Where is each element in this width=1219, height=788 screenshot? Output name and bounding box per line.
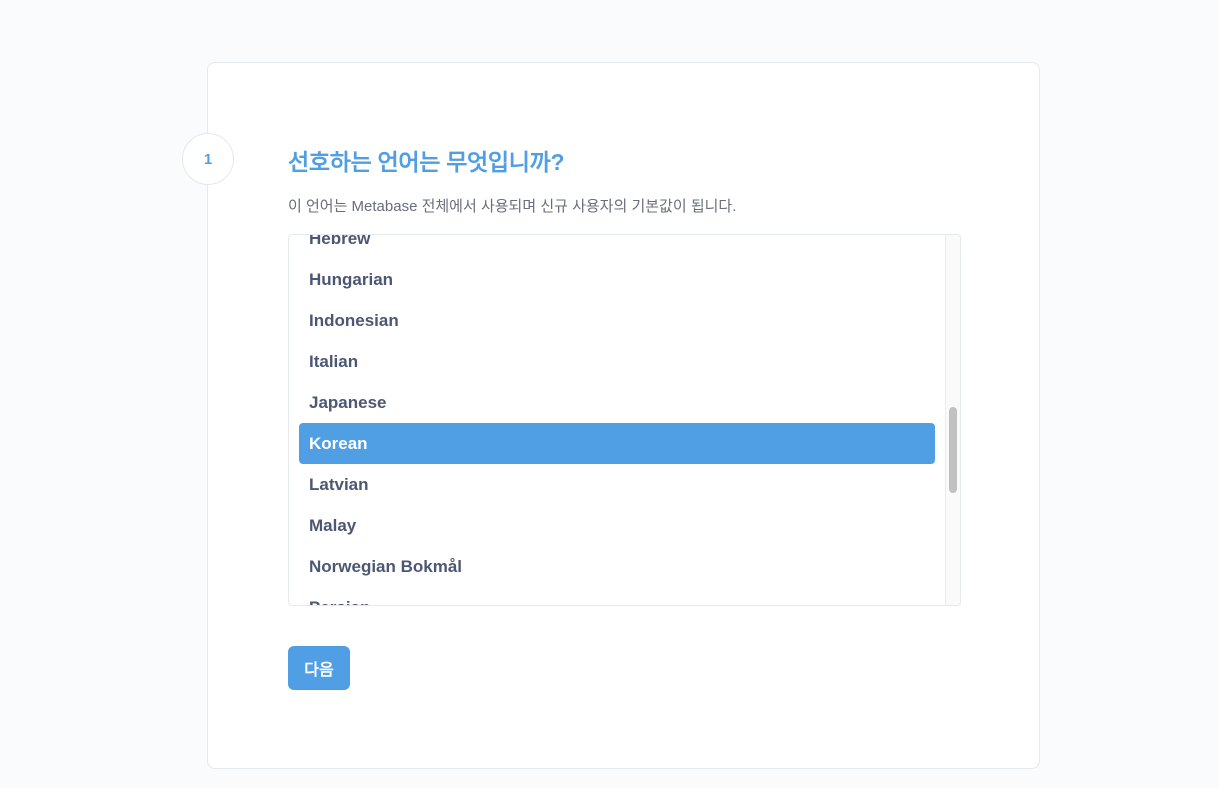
language-list[interactable]: Hebrew Hungarian Indonesian Italian Japa… <box>288 234 961 606</box>
language-option-hebrew[interactable]: Hebrew <box>299 235 935 259</box>
language-option-malay[interactable]: Malay <box>299 505 935 546</box>
page-title: 선호하는 언어는 무엇입니까? <box>288 149 565 175</box>
page-description: 이 언어는 Metabase 전체에서 사용되며 신규 사용자의 기본값이 됩니… <box>288 198 737 215</box>
language-list-items: Hebrew Hungarian Indonesian Italian Japa… <box>299 235 935 605</box>
language-option-japanese[interactable]: Japanese <box>299 382 935 423</box>
list-scrollbar-thumb[interactable] <box>949 407 957 493</box>
language-option-korean[interactable]: Korean <box>299 423 935 464</box>
language-option-italian[interactable]: Italian <box>299 341 935 382</box>
next-button[interactable]: 다음 <box>288 646 350 690</box>
language-option-indonesian[interactable]: Indonesian <box>299 300 935 341</box>
step-number-badge: 1 <box>182 133 234 185</box>
list-scrollbar[interactable] <box>945 235 960 605</box>
language-option-latvian[interactable]: Latvian <box>299 464 935 505</box>
language-option-persian[interactable]: Persian <box>299 587 935 605</box>
language-option-hungarian[interactable]: Hungarian <box>299 259 935 300</box>
language-option-norwegian-bokmal[interactable]: Norwegian Bokmål <box>299 546 935 587</box>
